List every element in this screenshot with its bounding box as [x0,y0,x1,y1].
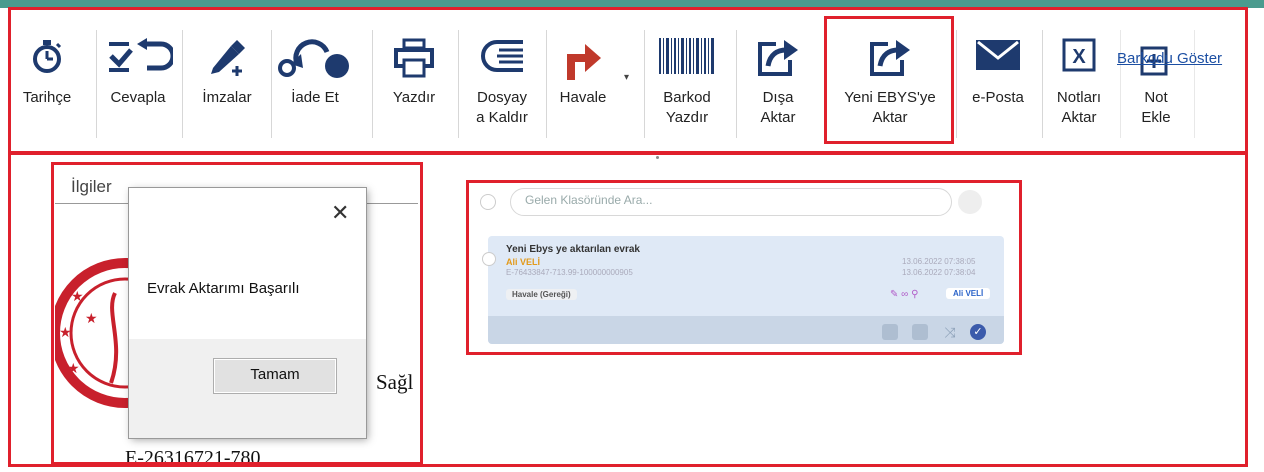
inbox-highlight [466,180,1022,355]
document-highlight [51,162,423,465]
toolbar-highlight [8,7,1248,155]
export-button-highlight [824,16,954,144]
